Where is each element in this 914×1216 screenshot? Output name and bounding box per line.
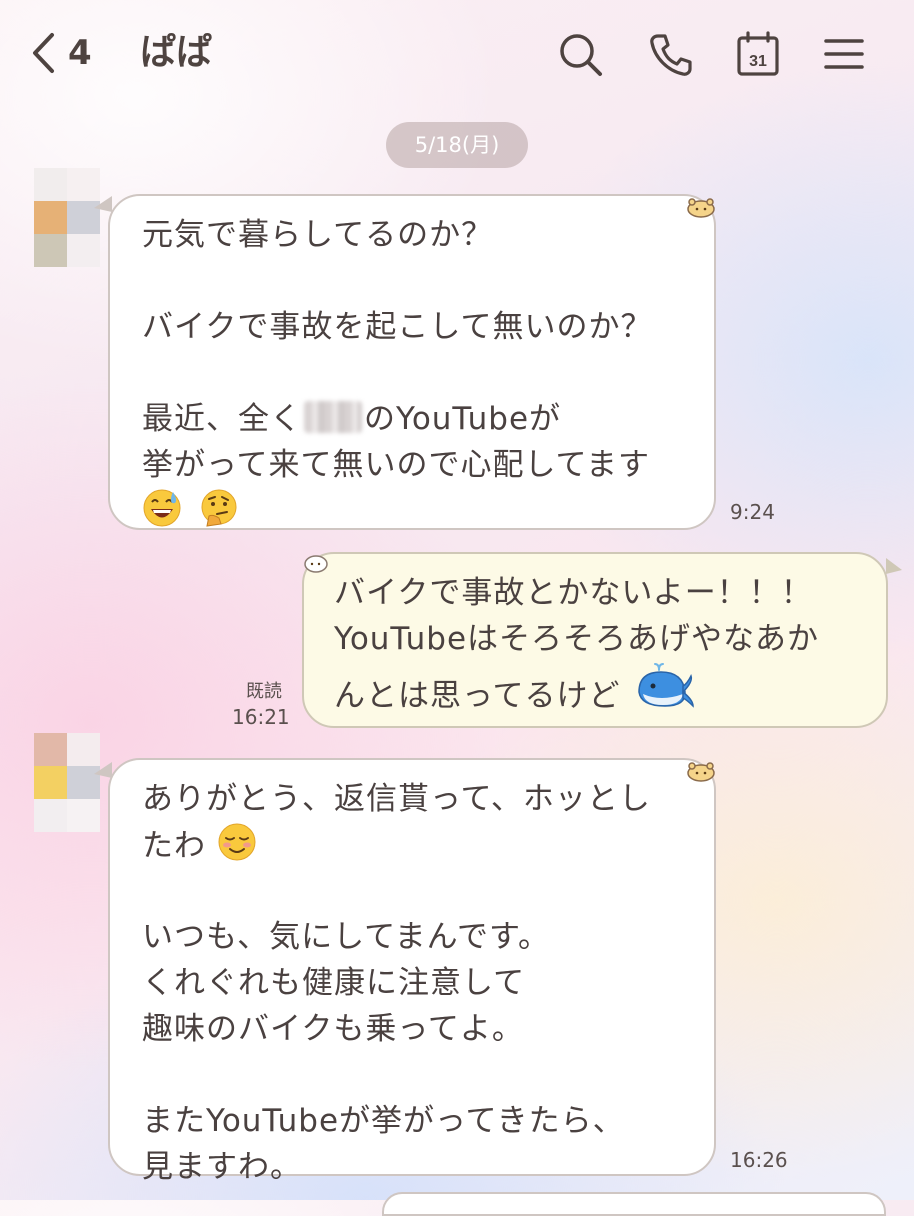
call-button[interactable]	[646, 30, 696, 80]
chevron-left-icon	[33, 33, 54, 73]
sheep-sticker-icon	[302, 552, 332, 574]
message-line: 最近、全く	[142, 401, 302, 437]
phone-icon	[650, 34, 692, 76]
message-line: たわ	[142, 828, 206, 864]
search-button[interactable]	[556, 30, 606, 80]
redacted-text	[304, 401, 362, 433]
message-line: バイクで事故を起こして無いのか？	[142, 309, 653, 345]
whale-emoji	[631, 662, 695, 712]
date-separator: 5/18(月)	[386, 122, 528, 168]
avatar[interactable]	[34, 168, 100, 268]
menu-icon	[824, 39, 864, 69]
calendar-icon: 31	[737, 31, 779, 76]
menu-button[interactable]	[820, 30, 870, 80]
message-line: くれぐれも健康に注意して	[142, 965, 526, 1001]
message-line: ありがとう、返信貰って、ホッとし	[142, 781, 651, 817]
message-line: 元気で暮らしてるのか？	[142, 217, 494, 253]
message-line: んとは思ってるけど	[334, 678, 621, 714]
message-line: 見ますわ。	[142, 1149, 302, 1185]
chat-header: 4 ぱぱ 31	[0, 0, 914, 106]
message-time: 9:24	[730, 500, 775, 524]
avatar[interactable]	[34, 733, 100, 833]
message-line: 趣味のバイクも乗ってよ。	[142, 1011, 524, 1047]
message-time: 16:26	[730, 1148, 788, 1172]
bear-sticker-icon	[686, 196, 716, 218]
message-bubble[interactable]: 元気で暮らしてるのか？ バイクで事故を起こして無いのか？ 最近、全く のYouTu…	[108, 194, 716, 530]
message-line: 挙がって来て無いので心配してます	[142, 447, 650, 483]
grinning-sweat-emoji	[142, 488, 182, 528]
unread-count: 4	[68, 33, 92, 73]
read-receipt: 既読	[246, 681, 282, 702]
bubble-tail	[886, 558, 902, 574]
chat-title: ぱぱ	[140, 32, 213, 73]
message-time: 16:21	[232, 705, 290, 729]
next-message-bubble[interactable]	[382, 1192, 886, 1216]
back-button[interactable]: 4	[30, 28, 92, 78]
message-bubble[interactable]: ありがとう、返信貰って、ホッとし たわ いつも、気にしてまんです。 くれぐれも健…	[108, 758, 716, 1185]
search-icon	[560, 34, 602, 76]
bubble-tail	[94, 196, 112, 212]
message-line: バイクで事故とかないよー！！！	[334, 575, 813, 611]
message-line: いつも、気にしてまんです。	[142, 919, 550, 955]
bear-sticker-icon	[686, 760, 716, 782]
message-bubble[interactable]: バイクで事故とかないよー！！！ YouTubeはそろそろあげやなあか んとは思っ…	[302, 552, 888, 728]
thinking-emoji	[199, 488, 239, 528]
message-line: のYouTubeが	[364, 401, 562, 437]
message-line: またYouTubeが挙がってきたら、	[142, 1103, 625, 1139]
bubble-tail	[94, 762, 112, 778]
message-line: YouTubeはそろそろあげやなあか	[334, 621, 820, 657]
calendar-button[interactable]: 31	[733, 30, 783, 80]
calendar-day: 31	[749, 53, 767, 70]
smiling-blush-emoji	[217, 822, 257, 862]
